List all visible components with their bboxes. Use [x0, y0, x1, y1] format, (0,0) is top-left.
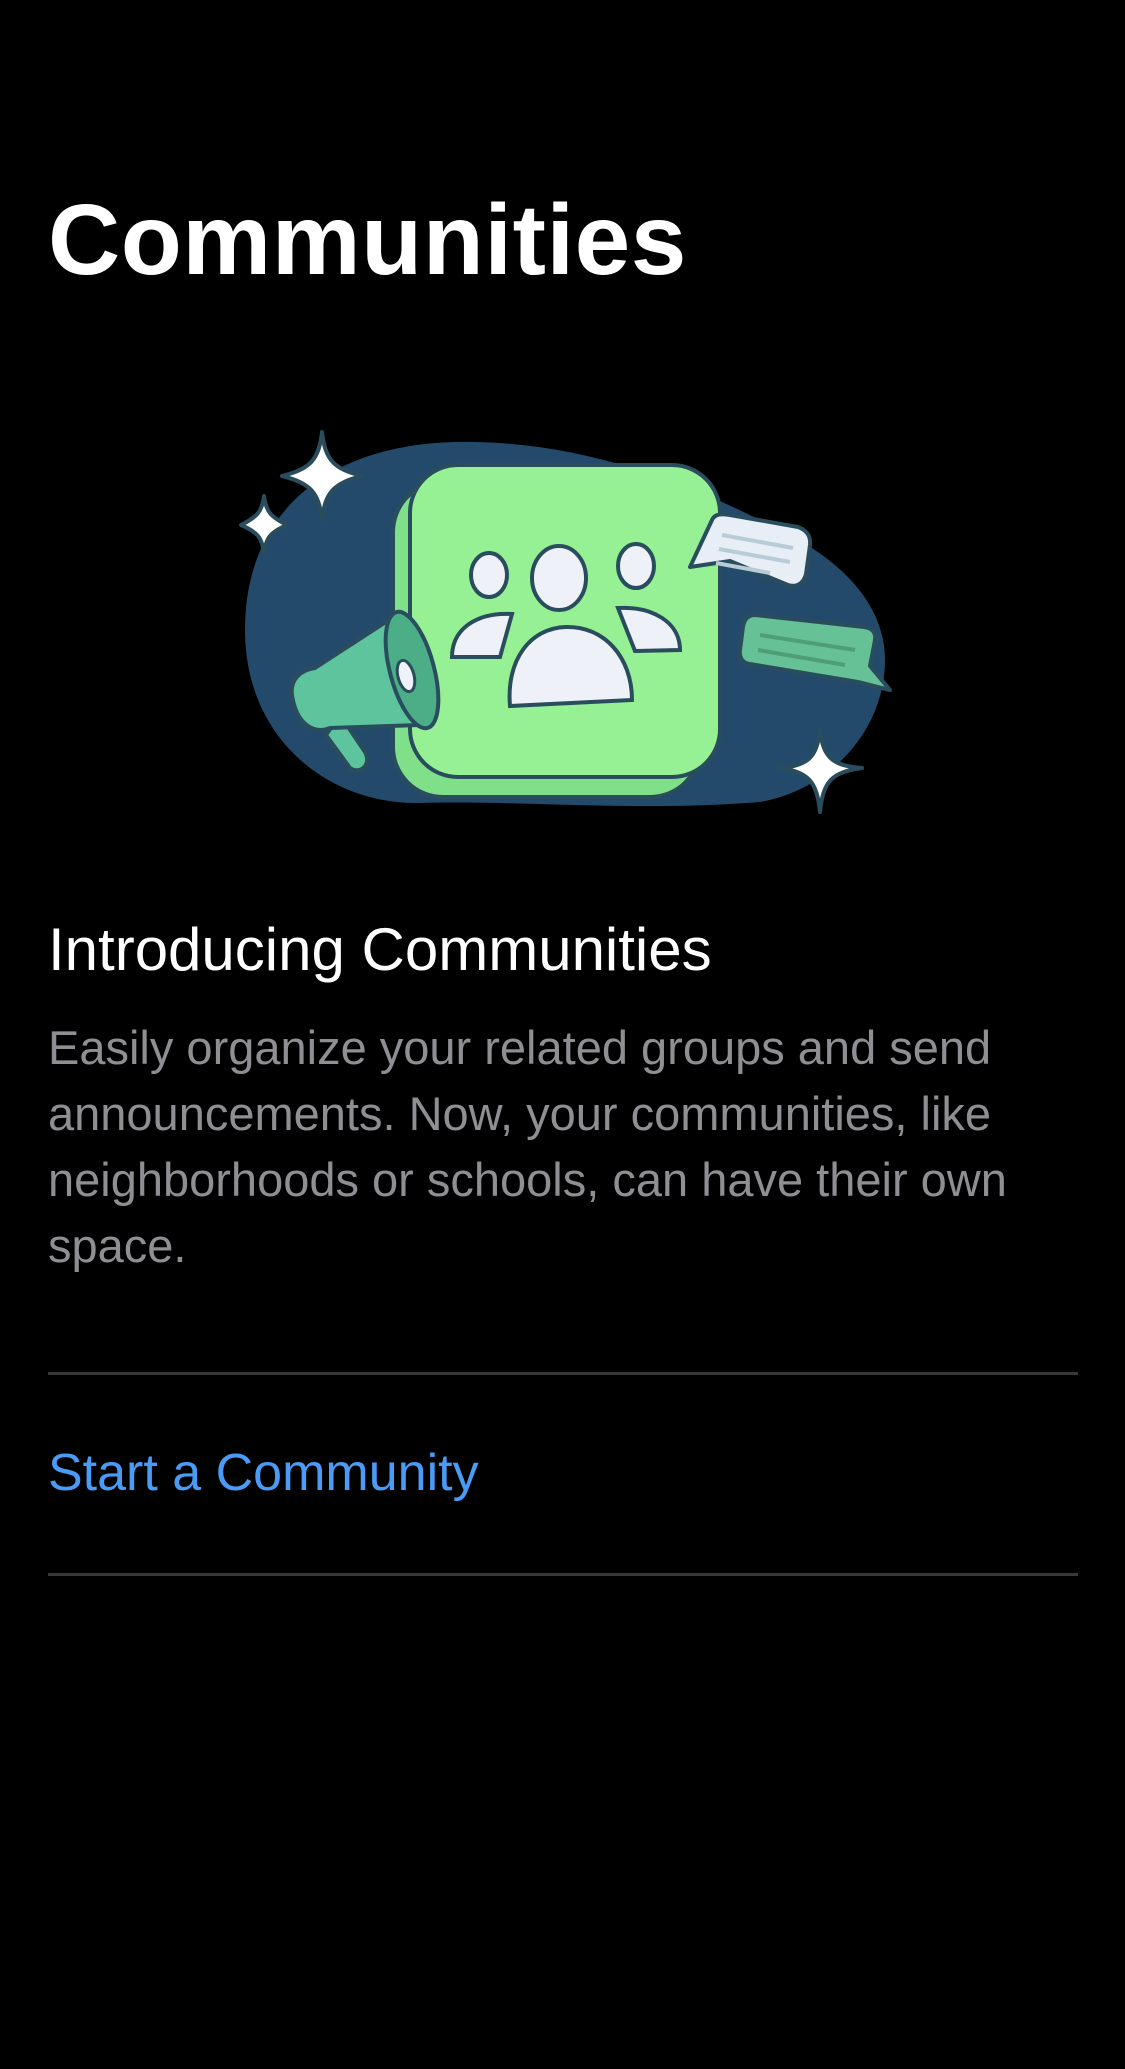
intro-description: Easily organize your related groups and …: [48, 1021, 1007, 1272]
page-title: Communities: [48, 184, 687, 296]
communities-illustration: [239, 430, 892, 814]
divider-top: [48, 1372, 1078, 1375]
card-front: [408, 463, 722, 779]
intro-heading: Introducing Communities: [48, 916, 712, 983]
divider-bottom: [48, 1573, 1078, 1576]
start-community-button[interactable]: Start a Community: [48, 1440, 479, 1506]
